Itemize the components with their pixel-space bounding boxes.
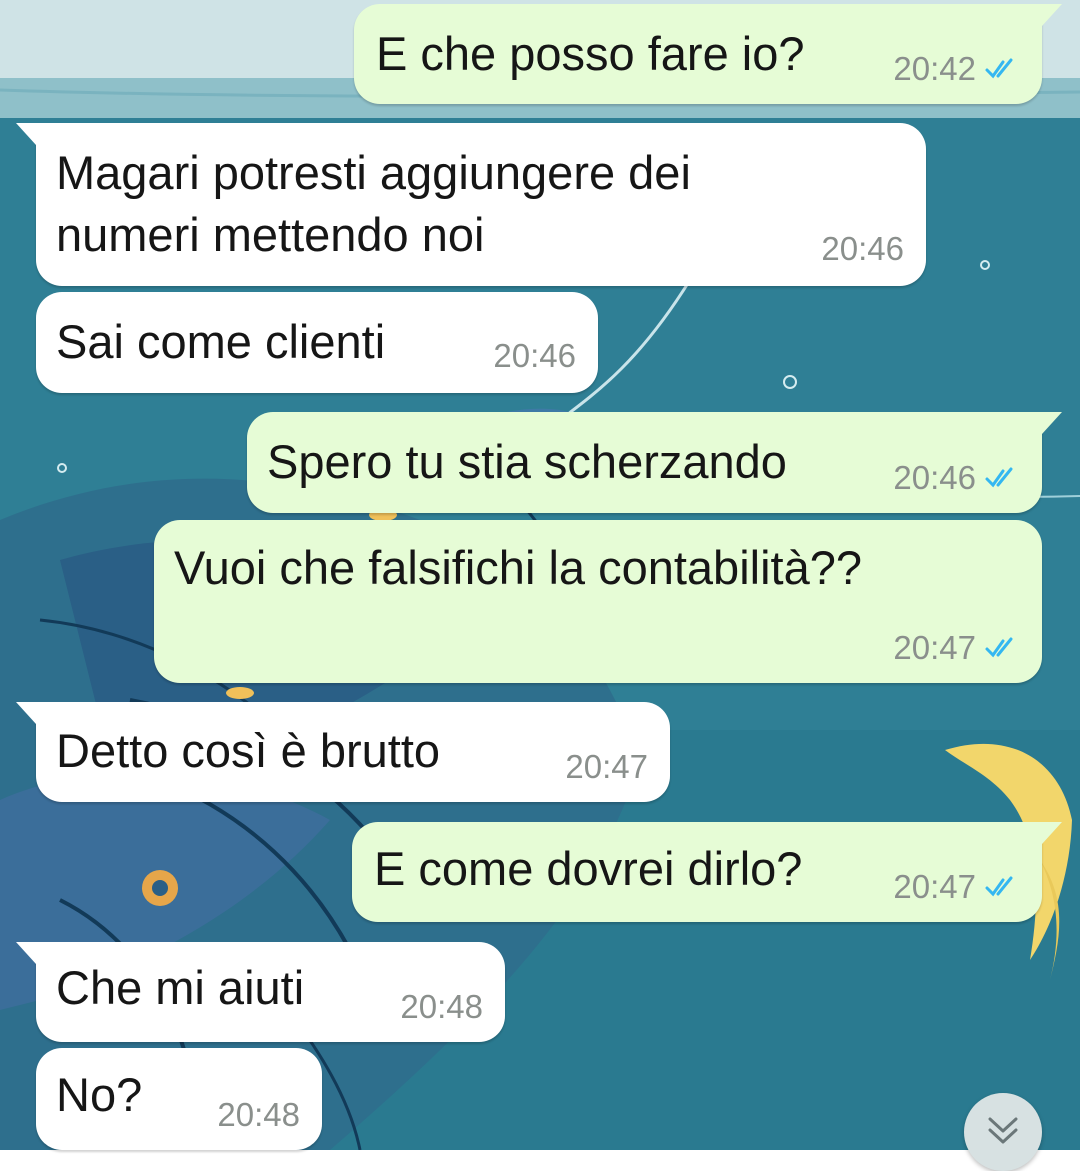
message-text: E che posso fare io? bbox=[376, 27, 805, 80]
message-meta: 20:42 bbox=[893, 50, 1020, 88]
message-meta: 20:47 bbox=[565, 748, 648, 786]
message-time: 20:42 bbox=[893, 50, 976, 87]
message-time: 20:47 bbox=[565, 748, 648, 785]
message-meta: 20:48 bbox=[217, 1096, 300, 1134]
bubble-tail bbox=[16, 942, 36, 964]
bubble-tail bbox=[16, 702, 36, 724]
incoming-message[interactable]: Che mi aiuti 20:48 bbox=[16, 942, 505, 1042]
message-meta: 20:46 bbox=[893, 459, 1020, 497]
message-meta: 20:47 bbox=[893, 868, 1020, 906]
incoming-message[interactable]: Sai come clienti 20:46 bbox=[36, 292, 598, 393]
message-meta: 20:47 bbox=[893, 629, 1020, 667]
outgoing-message[interactable]: Spero tu stia scherzando 20:46 bbox=[247, 412, 1062, 513]
message-text: Spero tu stia scherzando bbox=[267, 435, 787, 488]
double-check-read-icon bbox=[985, 637, 1013, 658]
message-text: No? bbox=[56, 1068, 143, 1121]
outgoing-message[interactable]: E che posso fare io? 20:42 bbox=[354, 4, 1062, 104]
message-text: Vuoi che falsifichi la contabilità?? bbox=[174, 541, 862, 594]
message-time: 20:46 bbox=[493, 337, 576, 374]
message-time: 20:47 bbox=[893, 868, 976, 905]
bubble-tail bbox=[1042, 822, 1062, 844]
double-check-read-icon bbox=[985, 876, 1013, 897]
message-text: Magari potresti aggiungere dei numeri me… bbox=[56, 146, 691, 261]
double-chevron-down-icon bbox=[988, 1117, 1018, 1144]
message-time: 20:48 bbox=[217, 1096, 300, 1133]
incoming-message[interactable]: Detto così è brutto 20:47 bbox=[16, 702, 670, 802]
message-meta: 20:46 bbox=[493, 337, 576, 375]
message-text: E come dovrei dirlo? bbox=[374, 842, 803, 895]
message-time: 20:47 bbox=[893, 629, 976, 666]
message-text: Che mi aiuti bbox=[56, 961, 305, 1014]
incoming-message[interactable]: No? 20:48 bbox=[36, 1048, 322, 1150]
double-check-read-icon bbox=[985, 58, 1013, 79]
bubble-tail bbox=[1042, 412, 1062, 434]
scroll-to-bottom-button[interactable] bbox=[964, 1093, 1042, 1171]
message-text: Sai come clienti bbox=[56, 315, 386, 368]
bubble-tail bbox=[16, 123, 36, 145]
message-text: Detto così è brutto bbox=[56, 724, 441, 777]
message-time: 20:46 bbox=[821, 230, 904, 267]
outgoing-message[interactable]: E come dovrei dirlo? 20:47 bbox=[352, 822, 1062, 922]
message-meta: 20:46 bbox=[821, 230, 904, 268]
message-time: 20:46 bbox=[893, 459, 976, 496]
incoming-message[interactable]: Magari potresti aggiungere dei numeri me… bbox=[16, 123, 926, 286]
bubble-tail bbox=[1042, 4, 1062, 26]
message-time: 20:48 bbox=[400, 988, 483, 1025]
message-meta: 20:48 bbox=[400, 988, 483, 1026]
outgoing-message[interactable]: Vuoi che falsifichi la contabilità?? 20:… bbox=[154, 520, 1042, 683]
double-check-read-icon bbox=[985, 467, 1013, 488]
